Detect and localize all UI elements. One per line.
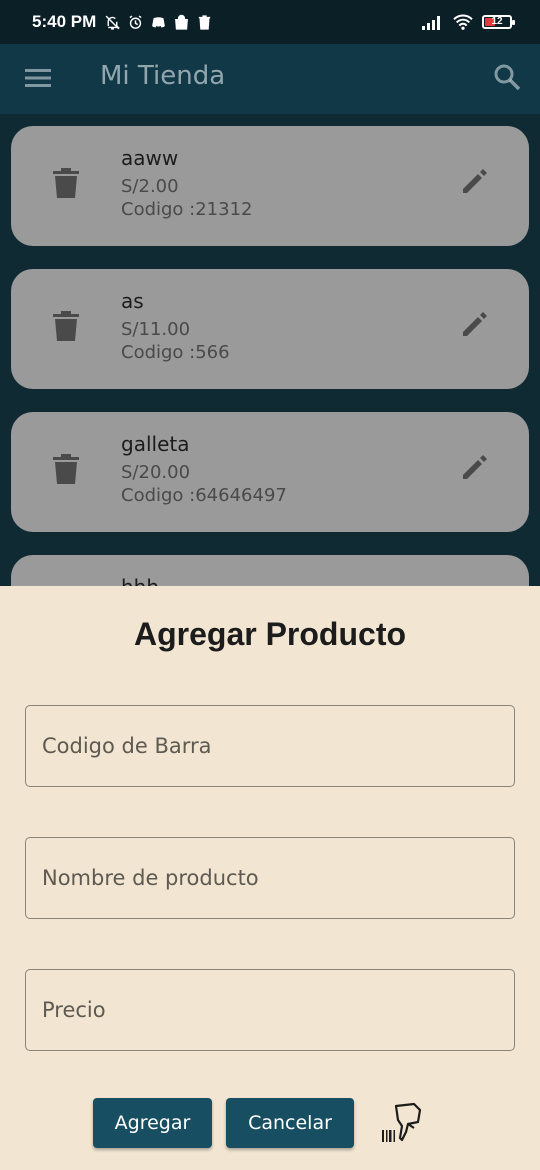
cancel-button[interactable]: Cancelar: [226, 1098, 354, 1148]
sheet-title: Agregar Producto: [133, 616, 407, 652]
barcode-input[interactable]: [26, 706, 514, 786]
edit-icon[interactable]: [460, 454, 488, 482]
product-price: S/2.00: [121, 176, 179, 197]
product-card[interactable]: galleta S/20.00 Codigo :64646497: [11, 412, 529, 532]
bell-off-icon: [105, 15, 121, 30]
app-title: Mi Tienda: [100, 61, 226, 91]
signal-icon: [422, 16, 440, 30]
discord-icon: [152, 16, 166, 27]
product-list: aaww S/2.00 Codigo :21312 as S/11.00 Cod…: [0, 114, 540, 586]
battery-icon: 12: [482, 15, 515, 29]
app-bar: Mi Tienda: [0, 44, 540, 114]
status-time: 5:40 PM: [32, 12, 97, 31]
product-name: hhh: [121, 575, 159, 586]
shop-icon: [175, 14, 189, 30]
alarm-icon: [129, 15, 142, 29]
delete-icon[interactable]: [53, 311, 79, 341]
price-input[interactable]: [26, 970, 514, 1050]
product-name-input[interactable]: [26, 838, 514, 918]
product-code: Codigo :21312: [121, 199, 253, 220]
price-field[interactable]: [25, 969, 515, 1051]
product-name-field[interactable]: [25, 837, 515, 919]
delete-icon[interactable]: [53, 168, 79, 198]
product-code: Codigo :566: [121, 342, 230, 363]
delete-icon[interactable]: [53, 454, 79, 484]
product-card[interactable]: aaww S/2.00 Codigo :21312: [11, 126, 529, 246]
product-name: galleta: [121, 432, 190, 456]
menu-icon[interactable]: [25, 68, 51, 88]
product-name: aaww: [121, 146, 179, 170]
product-code: Codigo :64646497: [121, 485, 287, 506]
edit-icon[interactable]: [460, 311, 488, 339]
wifi-icon: [453, 14, 473, 30]
barcode-field[interactable]: [25, 705, 515, 787]
status-bar: 5:40 PM 12: [0, 0, 540, 44]
product-price: S/11.00: [121, 319, 191, 340]
product-name: as: [121, 289, 144, 313]
product-card[interactable]: as S/11.00 Codigo :566: [11, 269, 529, 389]
battery-level: 12: [491, 16, 503, 27]
product-card[interactable]: hhh: [11, 555, 529, 586]
edit-icon[interactable]: [460, 168, 488, 196]
trash-status-icon: [199, 14, 211, 30]
product-price: S/20.00: [121, 462, 191, 483]
add-product-sheet: Agregar Producto Agregar Cancelar: [0, 586, 540, 1170]
barcode-scanner-icon[interactable]: [378, 1100, 424, 1146]
add-button[interactable]: Agregar: [93, 1098, 212, 1148]
search-icon[interactable]: [493, 63, 521, 91]
